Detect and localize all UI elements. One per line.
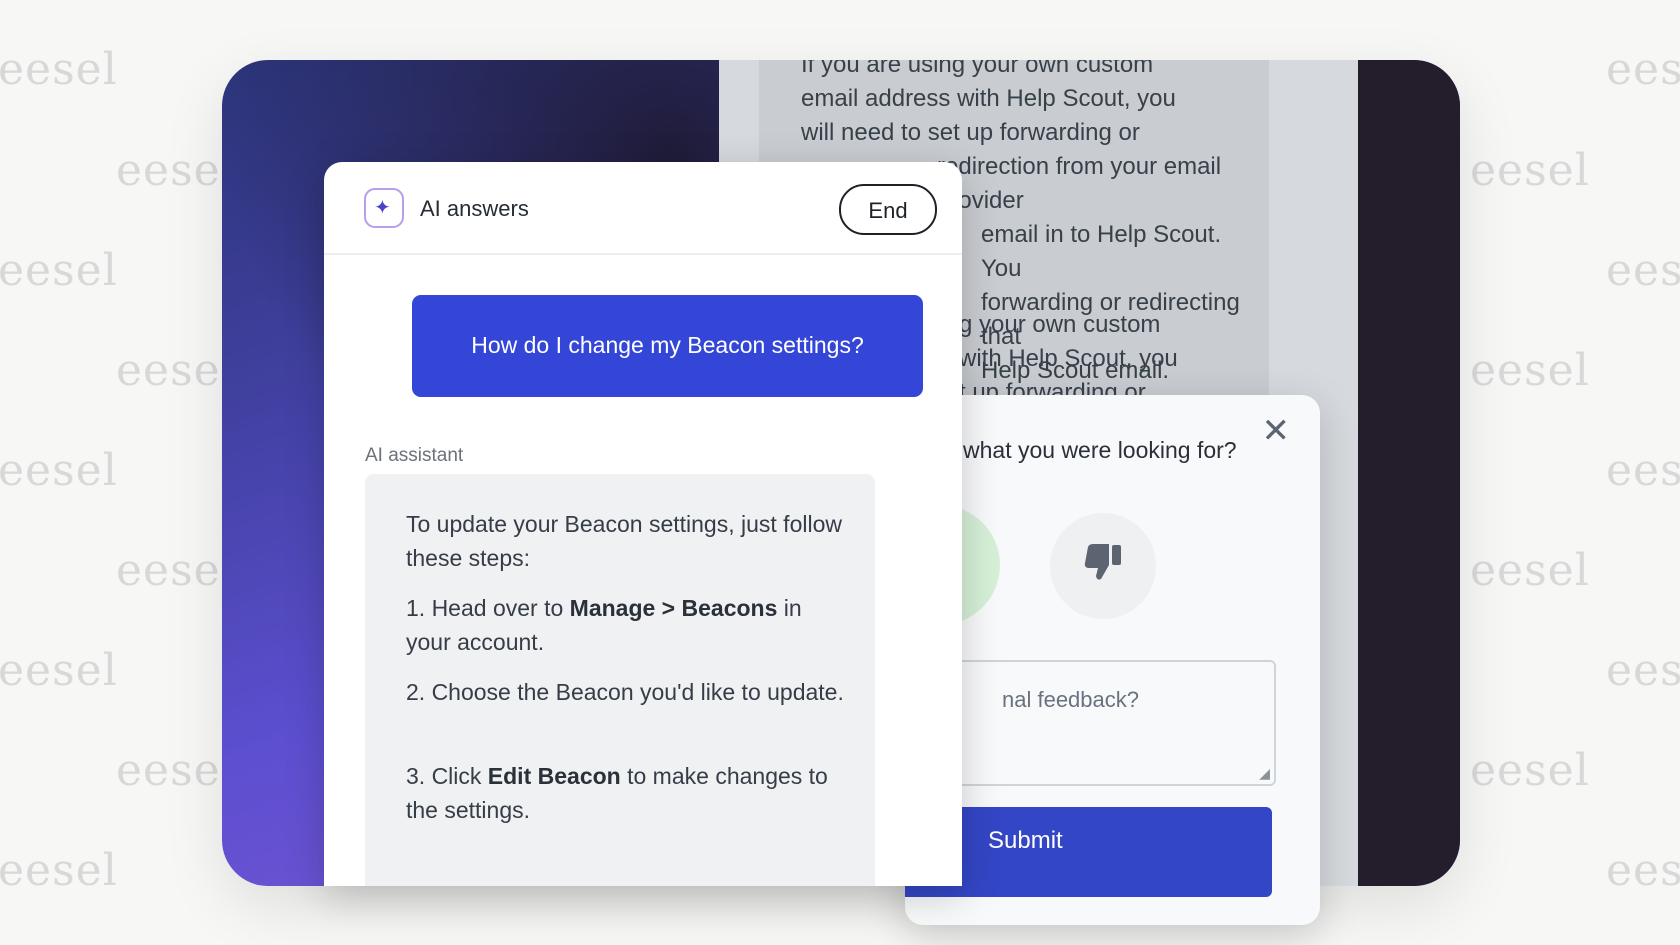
watermark: eesel	[0, 445, 118, 496]
watermark: eesel	[1606, 445, 1680, 496]
assistant-step-1: 1. Head over to Manage > Beacons in your…	[406, 595, 802, 655]
assistant-step-3: 3. Click Edit Beacon to make changes to …	[406, 763, 828, 823]
watermark: eesel	[1606, 245, 1680, 296]
thumbs-down-icon	[1084, 544, 1121, 580]
feedback-question: what you were looking for?	[963, 437, 1237, 463]
ai-chat-widget: ✦ AI answers End How do I change my Beac…	[324, 162, 962, 886]
watermark: eesel	[0, 645, 118, 696]
watermark: eesel	[1606, 44, 1680, 95]
resize-handle-icon[interactable]: ◢	[1259, 765, 1270, 782]
watermark: eesel	[0, 245, 118, 296]
watermark: eesel	[1470, 545, 1590, 596]
watermark: eesel	[1606, 645, 1680, 696]
chat-header: ✦ AI answers End	[324, 162, 962, 255]
end-button[interactable]: End	[839, 184, 937, 235]
feedback-panel: ✕ what you were looking for? ◢ nal feedb…	[905, 395, 1320, 925]
watermark: eesel	[1470, 345, 1590, 396]
assistant-intro: To update your Beacon settings, just fol…	[406, 511, 842, 571]
watermark: eesel	[1470, 745, 1590, 796]
watermark: eesel	[1606, 845, 1680, 896]
chat-title: AI answers	[420, 196, 529, 221]
watermark: eesel	[116, 145, 236, 196]
watermark: eesel	[0, 44, 118, 95]
assistant-message-bubble: To update your Beacon settings, just fol…	[365, 474, 875, 886]
watermark: eesel	[1470, 145, 1590, 196]
watermark: eesel	[0, 845, 118, 896]
sparkle-icon: ✦	[364, 188, 404, 228]
end-label: End	[868, 198, 908, 223]
close-icon[interactable]: ✕	[1262, 411, 1291, 451]
assistant-step-2: 2. Choose the Beacon you'd like to updat…	[406, 679, 844, 705]
feedback-placeholder: nal feedback?	[1002, 687, 1139, 712]
assistant-label: AI assistant	[365, 445, 464, 466]
watermark: eesel	[116, 745, 236, 796]
watermark: eesel	[116, 545, 236, 596]
user-message-text: How do I change my Beacon settings?	[471, 332, 864, 358]
background-edge	[1358, 60, 1460, 886]
submit-label: Submit	[988, 827, 1063, 854]
watermark: eesel	[116, 345, 236, 396]
thumbs-down-button[interactable]	[1050, 513, 1156, 619]
user-message-bubble: How do I change my Beacon settings?	[412, 295, 923, 397]
